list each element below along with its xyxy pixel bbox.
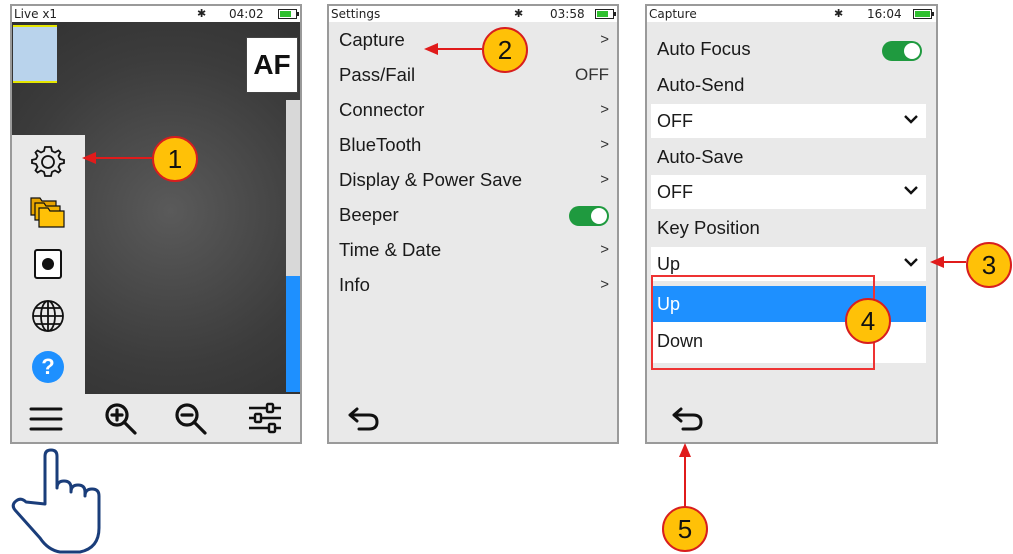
callout-2: 2 xyxy=(482,27,528,73)
callout-4: 4 xyxy=(845,298,891,344)
callout-1: 1 xyxy=(152,136,198,182)
annotation-arrows xyxy=(82,43,966,508)
callout-5: 5 xyxy=(662,506,708,552)
callout-3: 3 xyxy=(966,242,1012,288)
